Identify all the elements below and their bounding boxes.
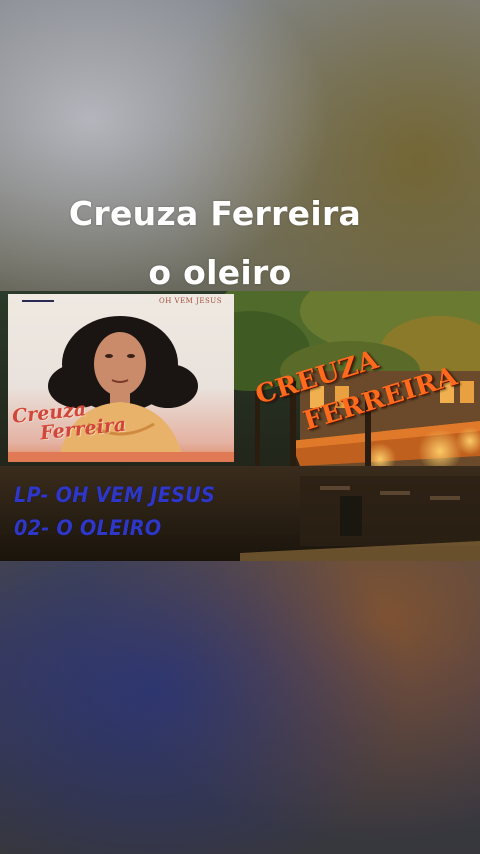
cover-bottom-band (8, 452, 234, 462)
video-title-line-1: Creuza Ferreira (68, 194, 362, 233)
album-name-caption: LP- OH VEM JESUS (14, 483, 216, 507)
video-title-line-2: o oleiro (148, 253, 292, 292)
track-name-caption: 02- O OLEIRO (14, 516, 162, 540)
album-cover-image: OH VEM JESUS Creuza Ferreira (8, 294, 234, 462)
video-screen: Creuza Ferreira o oleiro OH VEM JESUS Cr… (0, 0, 480, 854)
video-frame[interactable]: OH VEM JESUS Creuza Ferreira CREUZA FERR… (0, 291, 480, 561)
